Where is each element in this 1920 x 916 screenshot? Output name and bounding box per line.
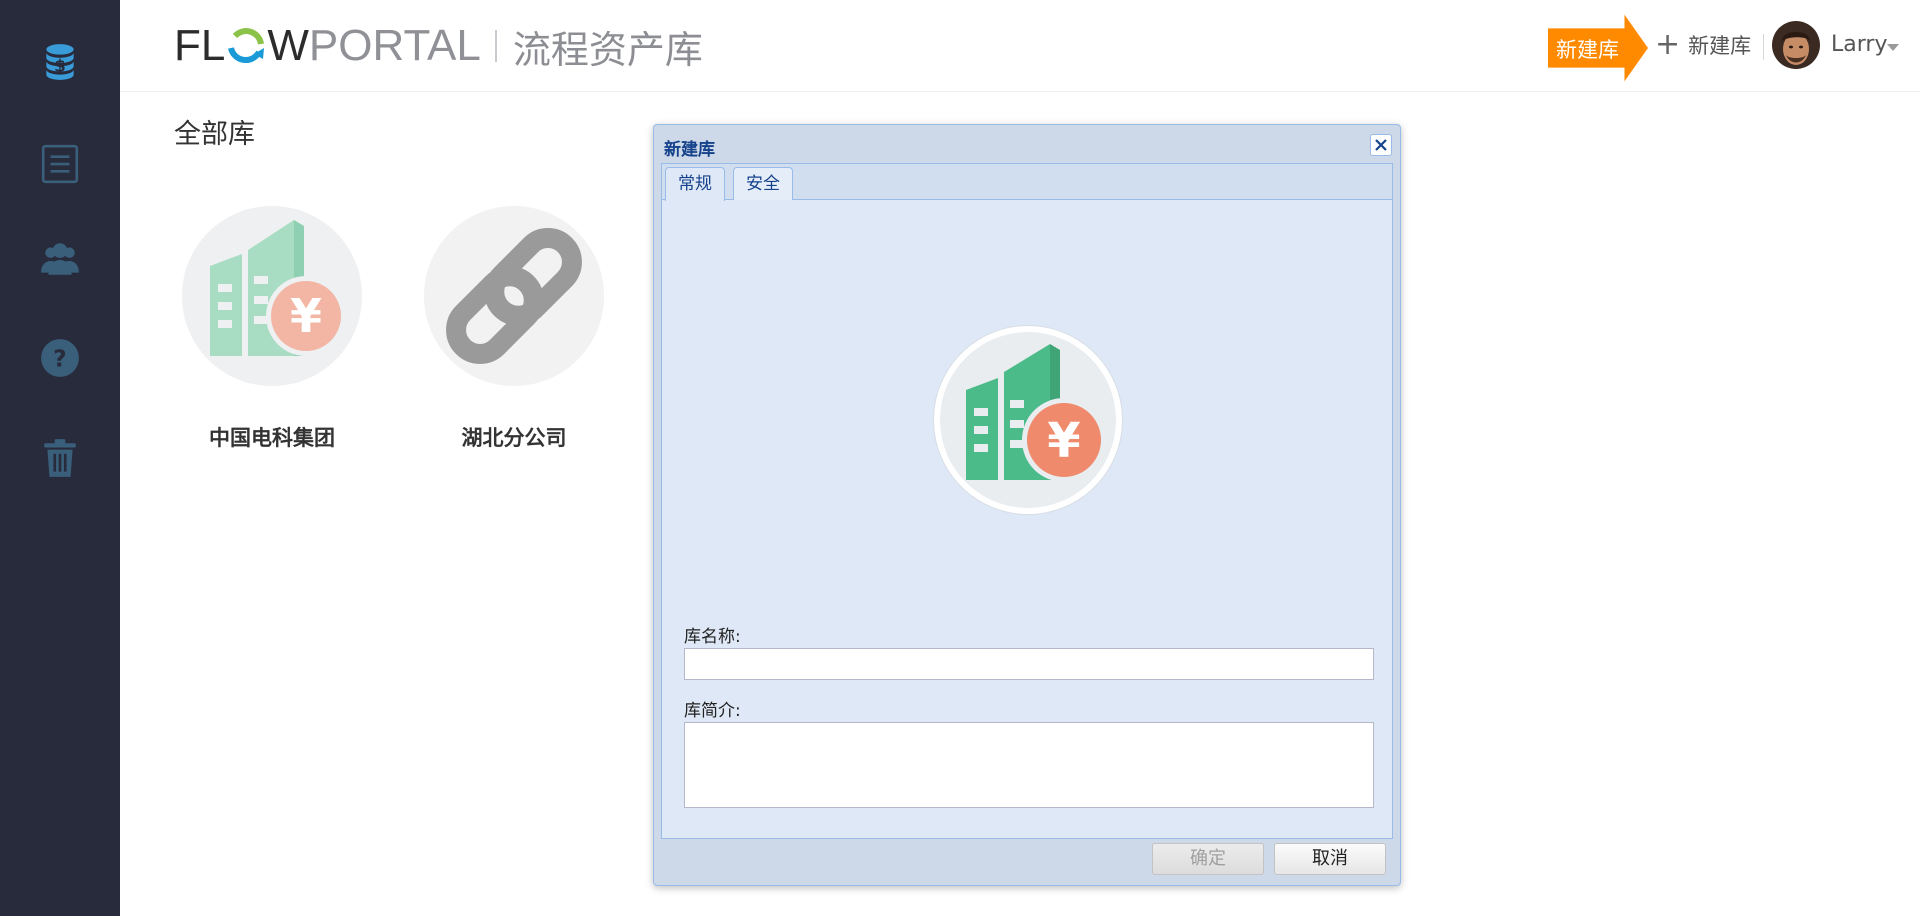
dialog-body: 常规 安全 ¥ 库名称: 库简介: [661, 163, 1393, 839]
sidebar: $ ? [0, 0, 120, 916]
top-header: FL W PORTAL 流程资产库 新建库 + 新建库 Larry [120, 0, 1920, 92]
close-button[interactable] [1370, 134, 1392, 156]
trash-icon [44, 439, 76, 477]
name-label: 库名称: [684, 627, 741, 647]
header-separator [1763, 34, 1764, 60]
ok-button[interactable]: 确定 [1152, 843, 1264, 875]
tab-general[interactable]: 常规 [665, 167, 725, 201]
logo-subtitle: 流程资产库 [512, 27, 703, 72]
svg-text:¥: ¥ [290, 289, 322, 343]
library-icon-picker[interactable]: ¥ [934, 326, 1122, 514]
svg-text:$: $ [54, 55, 66, 75]
database-dollar-icon: $ [46, 44, 74, 80]
page-title: 全部库 [174, 119, 255, 150]
sidebar-item-libraries[interactable]: $ [36, 38, 84, 86]
flowportal-logo: FL W PORTAL 流程资产库 [174, 20, 703, 72]
logo-portal-text: PORTAL [308, 21, 481, 70]
sidebar-item-list[interactable] [36, 140, 84, 188]
user-name[interactable]: Larry [1831, 32, 1887, 57]
sidebar-item-help[interactable]: ? [36, 334, 84, 382]
svg-text:?: ? [53, 346, 66, 372]
library-name: 中国电科集团 [209, 426, 335, 450]
plus-icon: + [1655, 27, 1681, 62]
library-name: 湖北分公司 [461, 426, 567, 450]
sidebar-item-trash[interactable] [36, 434, 84, 482]
tab-security[interactable]: 安全 [733, 167, 793, 200]
chevron-down-icon[interactable] [1887, 44, 1899, 51]
building-yen-icon: ¥ [940, 332, 1116, 508]
library-thumbnail: ¥ [182, 206, 362, 386]
dialog-title: 新建库 [664, 140, 715, 160]
close-icon [1375, 139, 1387, 151]
tooltip-text: 新建库 [1556, 38, 1619, 62]
library-card[interactable]: 湖北分公司 [424, 206, 604, 452]
logo-cycle-icon [228, 28, 265, 64]
tab-bar: 常规 安全 [662, 164, 1392, 201]
link-chain-icon [424, 206, 604, 386]
sidebar-item-users[interactable] [36, 236, 84, 284]
library-name-input[interactable] [684, 648, 1374, 680]
user-avatar-image [1772, 21, 1820, 69]
library-card[interactable]: ¥ 中国电科集团 [182, 206, 362, 452]
library-description-input[interactable] [684, 722, 1374, 808]
building-yen-icon: ¥ [182, 206, 362, 386]
logo-flow-text: FL [174, 21, 226, 70]
avatar[interactable] [1772, 21, 1820, 69]
logo-divider [494, 30, 497, 62]
new-lib-button[interactable]: + 新建库 [1655, 30, 1751, 60]
help-icon: ? [41, 339, 79, 377]
description-label: 库简介: [684, 701, 741, 721]
svg-text:¥: ¥ [1047, 413, 1080, 469]
new-lib-label: 新建库 [1688, 34, 1752, 58]
users-icon [41, 243, 79, 275]
new-library-dialog: 新建库 常规 安全 ¥ 库名称: 库简介: 确定 取消 [653, 124, 1401, 886]
library-thumbnail [424, 206, 604, 386]
cancel-button[interactable]: 取消 [1274, 843, 1386, 875]
list-icon [41, 144, 79, 184]
